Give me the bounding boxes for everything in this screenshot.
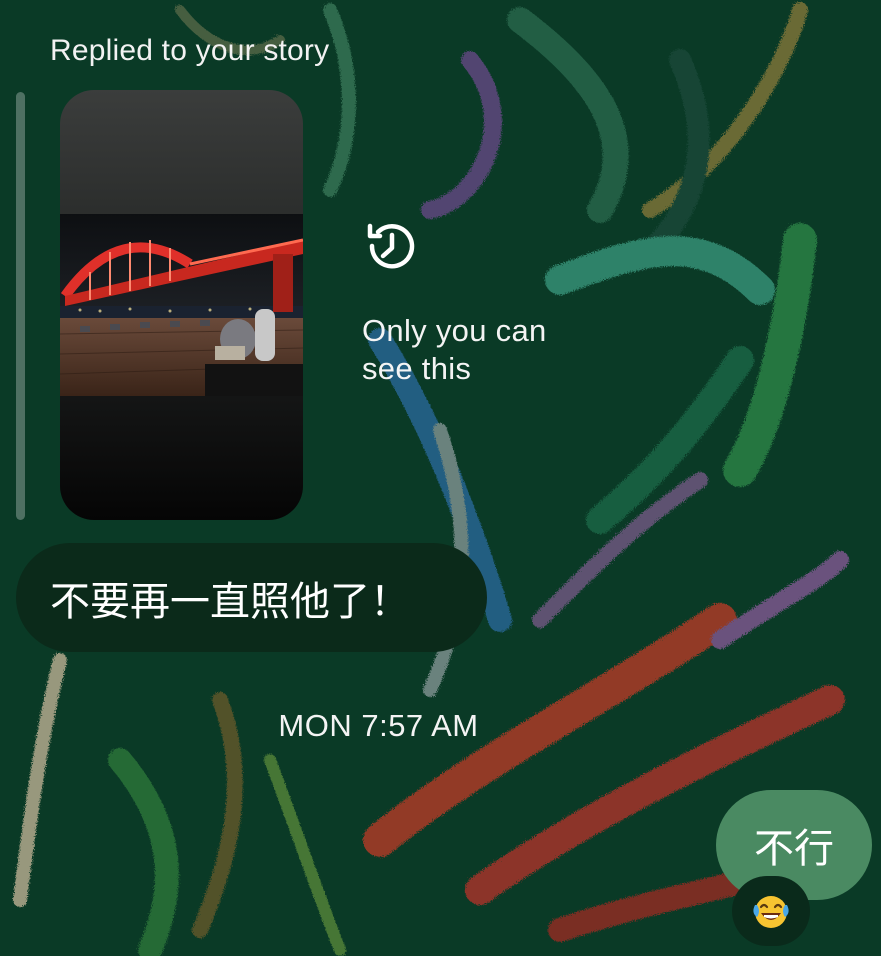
message-reaction[interactable] <box>732 876 810 946</box>
message-timestamp: MON 7:57 AM <box>278 708 479 743</box>
outgoing-message-text: 不行 <box>754 826 834 872</box>
story-reply-caption: Replied to your story <box>50 34 330 67</box>
privacy-note: Only you can see this <box>362 313 547 386</box>
story-photo-bridge <box>60 214 303 396</box>
story-thumbnail[interactable] <box>60 90 303 520</box>
incoming-message-text: 不要再一直照他了！ <box>50 578 410 625</box>
incoming-message-bubble[interactable]: 不要再一直照他了！ <box>16 543 487 652</box>
history-icon <box>367 223 415 269</box>
story-privacy-info: Only you can see this <box>362 218 592 388</box>
laughing-tears-emoji-icon <box>753 896 789 928</box>
reply-indicator-bar <box>16 92 25 520</box>
